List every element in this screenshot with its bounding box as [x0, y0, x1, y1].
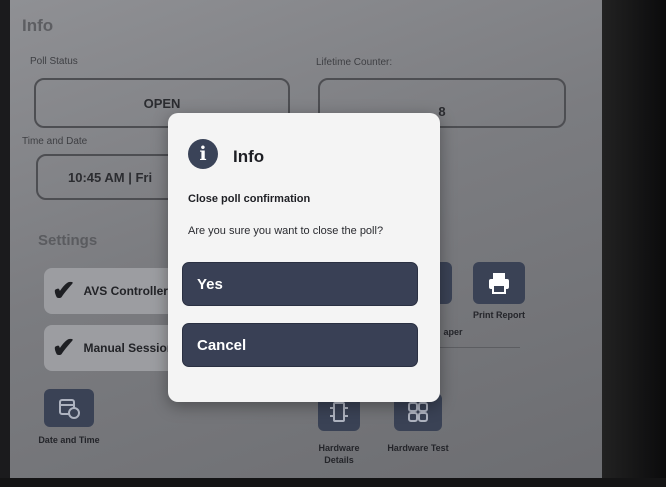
calendar-clock-icon — [59, 399, 80, 419]
lifetime-counter-value: 8 — [438, 103, 446, 119]
checkmark-icon: ✔ — [52, 275, 76, 306]
cancel-button[interactable]: Cancel — [182, 323, 418, 367]
checkmark-icon: ✔ — [52, 332, 76, 363]
chip-icon — [330, 402, 348, 422]
dialog-message: Are you sure you want to close the poll? — [188, 225, 384, 237]
poll-status-value: OPEN — [143, 95, 181, 111]
avs-controller-label: AVS Controller — [83, 284, 168, 298]
yes-button[interactable]: Yes — [182, 262, 418, 306]
time-date-label: Time and Date — [22, 136, 88, 147]
lifetime-counter-label: Lifetime Counter: — [316, 57, 393, 68]
print-report-button[interactable] — [473, 262, 525, 304]
grid-icon — [408, 402, 428, 422]
date-time-label: Date and Time — [38, 435, 100, 445]
hardware-test-label: Hardware Test — [387, 443, 449, 453]
dialog-title: Info — [233, 147, 265, 166]
info-icon: i — [188, 139, 218, 169]
date-time-button[interactable] — [44, 389, 94, 427]
printer-icon — [489, 273, 509, 294]
poll-status-label: Poll Status — [30, 56, 78, 67]
print-report-label: Print Report — [472, 310, 525, 320]
time-date-value: 10:45 AM | Fri — [68, 169, 153, 185]
manual-session-label: Manual Session — [83, 341, 175, 355]
page-title: Info — [22, 16, 54, 35]
device-bezel — [602, 0, 666, 487]
hardware-details-label: Hardware Details — [318, 443, 360, 465]
device-bezel-bottom — [0, 478, 666, 487]
dialog-subtitle: Close poll confirmation — [188, 193, 311, 205]
settings-heading: Settings — [38, 232, 98, 249]
